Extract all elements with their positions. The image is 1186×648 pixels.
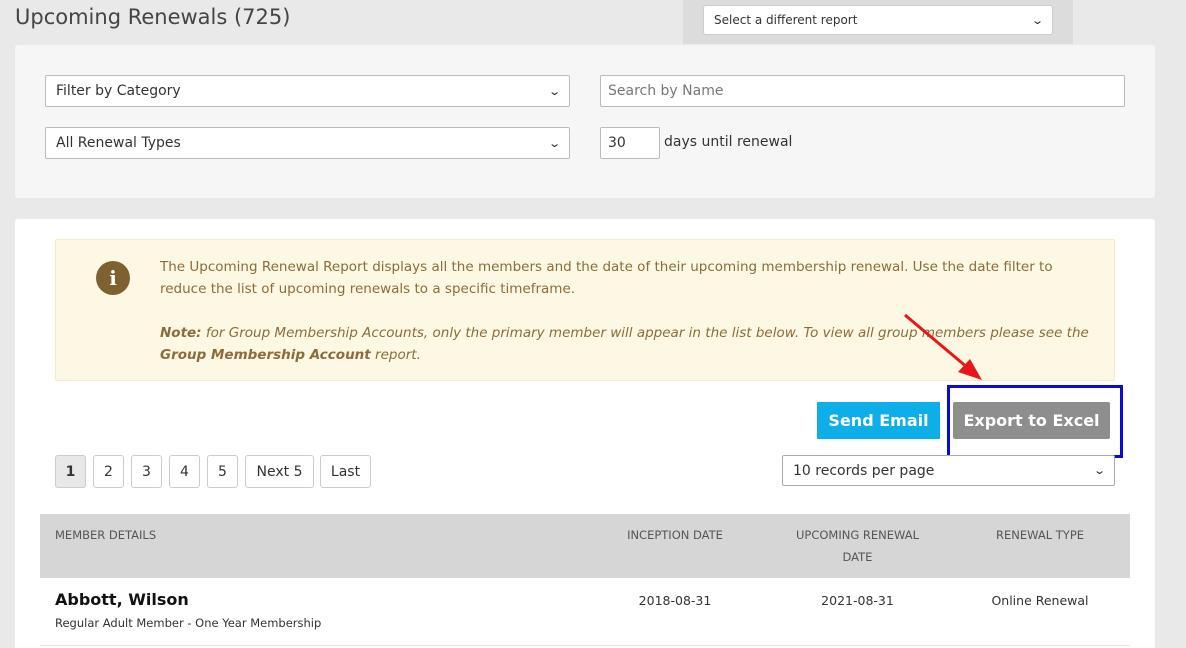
- report-selector-bar: Select a different report ⌄: [683, 0, 1073, 44]
- report-select-label: Select a different report: [714, 13, 858, 27]
- category-select[interactable]: Filter by Category ⌄: [45, 75, 570, 107]
- annotation-highlight-box: [947, 385, 1123, 458]
- renewal-type-select-label: All Renewal Types: [56, 135, 181, 151]
- chevron-down-icon: ⌄: [1030, 13, 1044, 27]
- renewal-type-select[interactable]: All Renewal Types ⌄: [45, 127, 570, 159]
- page-title: Upcoming Renewals (725): [15, 5, 291, 29]
- column-header-upcoming-renewal[interactable]: UPCOMING RENEWAL: [780, 524, 935, 546]
- renewal-date-cell: 2021-08-31: [821, 593, 894, 608]
- page-4-button[interactable]: 4: [169, 455, 200, 488]
- page-3-button[interactable]: 3: [131, 455, 162, 488]
- member-name[interactable]: Abbott, Wilson: [55, 590, 189, 609]
- category-select-label: Filter by Category: [56, 83, 181, 99]
- next-5-button[interactable]: Next 5: [245, 455, 314, 488]
- note-text-2: report.: [370, 347, 421, 363]
- records-per-page-label: 10 records per page: [793, 462, 935, 479]
- note-report-name: Group Membership Account: [160, 347, 371, 363]
- column-header-inception-date[interactable]: INCEPTION DATE: [610, 524, 740, 546]
- member-membership: Regular Adult Member - One Year Membersh…: [55, 616, 322, 630]
- chevron-down-icon: ⌄: [1092, 464, 1106, 477]
- annotation-arrow-icon: [904, 313, 982, 380]
- table-header: MEMBER DETAILS INCEPTION DATE UPCOMING R…: [40, 514, 1130, 578]
- info-text: The Upcoming Renewal Report displays all…: [160, 259, 1053, 297]
- records-per-page-select[interactable]: 10 records per page ⌄: [782, 455, 1115, 486]
- search-input[interactable]: [600, 75, 1125, 107]
- renewal-type-cell: Online Renewal: [991, 593, 1089, 608]
- inception-date-cell: 2018-08-31: [638, 593, 712, 608]
- filter-panel: Filter by Category ⌄ All Renewal Types ⌄…: [15, 45, 1155, 198]
- chevron-down-icon: ⌄: [547, 136, 561, 150]
- days-label: days until renewal: [664, 134, 793, 150]
- table-row: Abbott, Wilson Regular Adult Member - On…: [40, 578, 1130, 646]
- chevron-down-icon: ⌄: [547, 84, 561, 98]
- page-1-button[interactable]: 1: [55, 455, 86, 488]
- last-page-button[interactable]: Last: [320, 455, 371, 488]
- page-2-button[interactable]: 2: [93, 455, 124, 488]
- page-5-button[interactable]: 5: [207, 455, 238, 488]
- column-header-renewal-date[interactable]: DATE: [780, 546, 935, 568]
- send-email-button[interactable]: Send Email: [817, 402, 940, 439]
- column-header-member-details[interactable]: MEMBER DETAILS: [55, 524, 156, 546]
- column-header-renewal-type[interactable]: RENEWAL TYPE: [970, 524, 1110, 546]
- note-label: Note:: [160, 325, 202, 341]
- days-input[interactable]: [600, 127, 660, 159]
- info-icon: i: [96, 261, 130, 295]
- report-select[interactable]: Select a different report ⌄: [703, 5, 1053, 35]
- report-panel: i The Upcoming Renewal Report displays a…: [15, 219, 1155, 648]
